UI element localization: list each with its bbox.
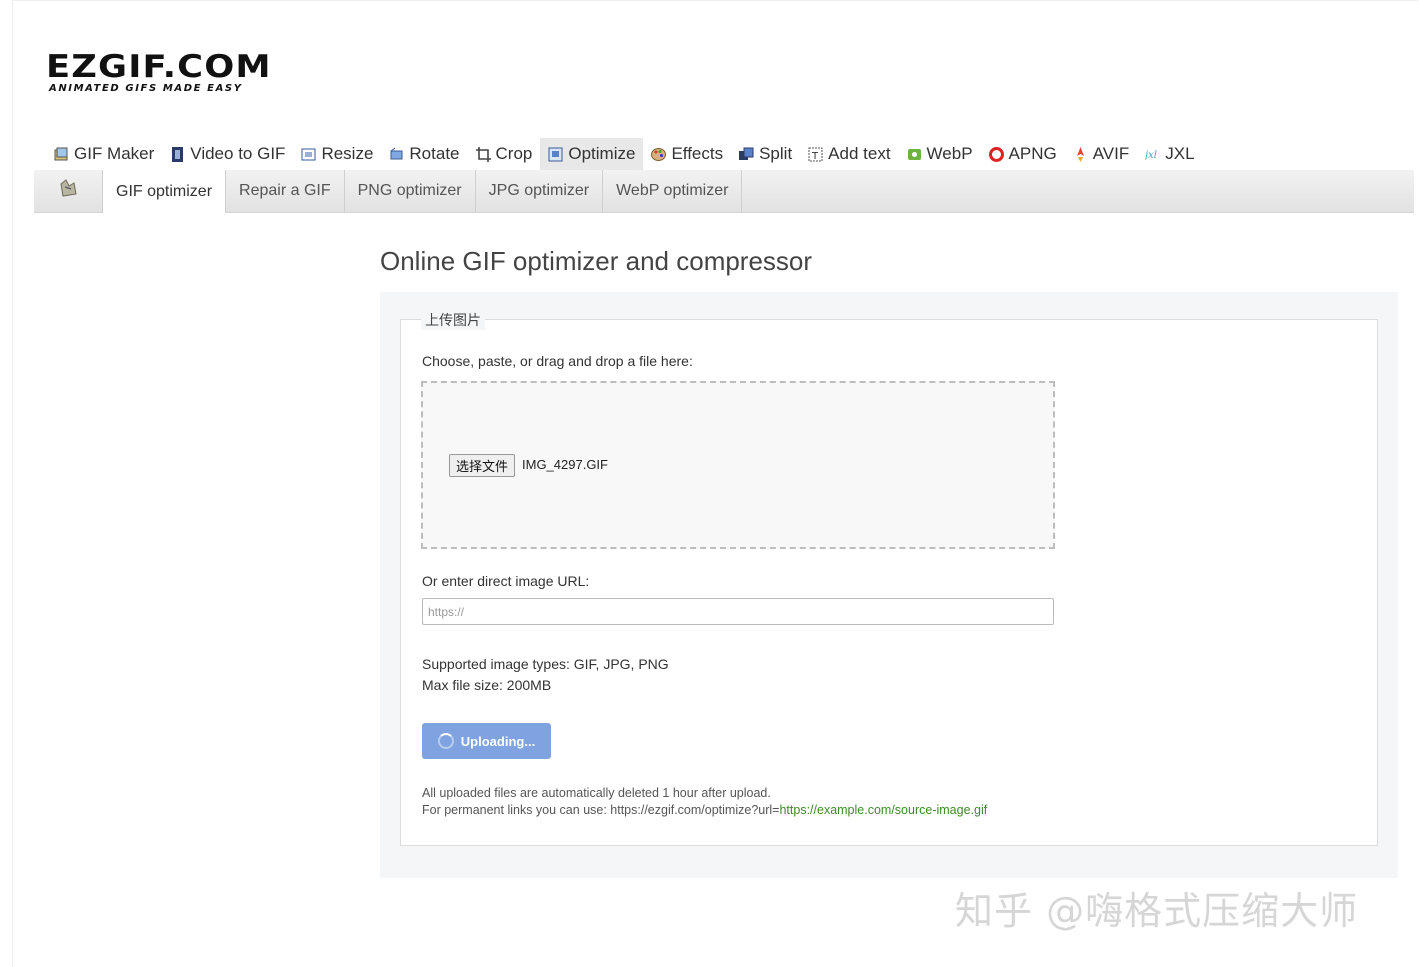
watermark: 知乎 @嗨格式压缩大师: [955, 889, 1359, 933]
nav-avif[interactable]: AVIF: [1065, 138, 1138, 170]
choose-file-label: Choose, paste, or drag and drop a file h…: [422, 353, 693, 369]
site-logo[interactable]: EZGIF.COM ANIMATED GIFS MADE EASY: [46, 52, 271, 95]
sub-nav: GIF optimizer Repair a GIF PNG optimizer…: [34, 170, 1414, 213]
nav-rotate[interactable]: Rotate: [381, 138, 467, 170]
resize-icon: [301, 147, 316, 162]
nav-gif-maker[interactable]: GIF Maker: [46, 138, 162, 170]
film-icon: [170, 146, 185, 162]
nav-apng[interactable]: APNG: [981, 138, 1065, 170]
selected-file-name: IMG_4297.GIF: [522, 457, 608, 472]
svg-text:jxl: jxl: [1145, 150, 1157, 161]
choose-file-button[interactable]: 选择文件: [449, 454, 516, 477]
webp-icon: [907, 147, 922, 162]
avif-icon: [1073, 146, 1088, 162]
upload-panel: 上传图片 Choose, paste, or drag and drop a f…: [380, 292, 1398, 878]
nav-webp[interactable]: WebP: [899, 138, 981, 170]
supported-types: Supported image types: GIF, JPG, PNG: [422, 656, 669, 672]
url-input[interactable]: https://: [422, 598, 1054, 625]
nav-add-text[interactable]: T Add text: [800, 138, 898, 170]
upload-notes: All uploaded files are automatically del…: [422, 785, 987, 819]
svg-text:T: T: [811, 151, 819, 162]
upload-fieldset: 上传图片 Choose, paste, or drag and drop a f…: [400, 310, 1378, 846]
palette-icon: [651, 147, 667, 162]
tab-png-optimizer[interactable]: PNG optimizer: [343, 170, 475, 212]
nav-split[interactable]: Split: [731, 138, 800, 170]
permanent-link-note: For permanent links you can use: https:/…: [422, 803, 988, 817]
url-label: Or enter direct image URL:: [422, 573, 590, 589]
spinner-icon: [437, 733, 454, 749]
upload-button[interactable]: Uploading...: [422, 723, 551, 759]
tab-gif-optimizer[interactable]: GIF optimizer: [102, 170, 226, 213]
max-file-size: Max file size: 200MB: [422, 677, 552, 693]
file-info: Supported image types: GIF, JPG, PNG Max…: [422, 654, 669, 696]
optimize-icon: [548, 147, 563, 162]
apng-icon: [988, 146, 1004, 162]
tab-repair-gif[interactable]: Repair a GIF: [225, 170, 344, 212]
auto-delete-note: All uploaded files are automatically del…: [422, 786, 771, 800]
home-icon: [57, 178, 79, 205]
nav-crop[interactable]: Crop: [468, 138, 541, 170]
tab-webp-optimizer[interactable]: WebP optimizer: [602, 170, 743, 212]
upload-button-label: Uploading...: [460, 733, 536, 749]
crop-icon: [475, 146, 491, 162]
page-title: Online GIF optimizer and compressor: [380, 246, 813, 276]
drop-zone[interactable]: 选择文件 IMG_4297.GIF: [421, 381, 1055, 549]
example-url-link[interactable]: https://example.com/source-image.gif: [779, 803, 987, 817]
nav-video-to-gif[interactable]: Video to GIF: [162, 138, 293, 170]
nav-jxl[interactable]: jxl JXL: [1137, 138, 1202, 170]
jxl-icon: jxl: [1145, 147, 1160, 162]
main-nav: GIF Maker Video to GIF Resize Rotate Cro…: [46, 138, 1203, 170]
logo-title: EZGIF.COM: [46, 49, 272, 85]
split-icon: [739, 147, 754, 162]
tab-jpg-optimizer[interactable]: JPG optimizer: [474, 170, 602, 212]
nav-resize[interactable]: Resize: [293, 138, 381, 170]
home-button[interactable]: [34, 170, 102, 212]
fieldset-legend: 上传图片: [421, 310, 485, 330]
add-text-icon: T: [808, 147, 823, 162]
rotate-icon: [389, 147, 404, 162]
nav-optimize[interactable]: Optimize: [540, 138, 644, 170]
gif-maker-icon: [54, 147, 69, 162]
nav-effects[interactable]: Effects: [643, 138, 731, 170]
